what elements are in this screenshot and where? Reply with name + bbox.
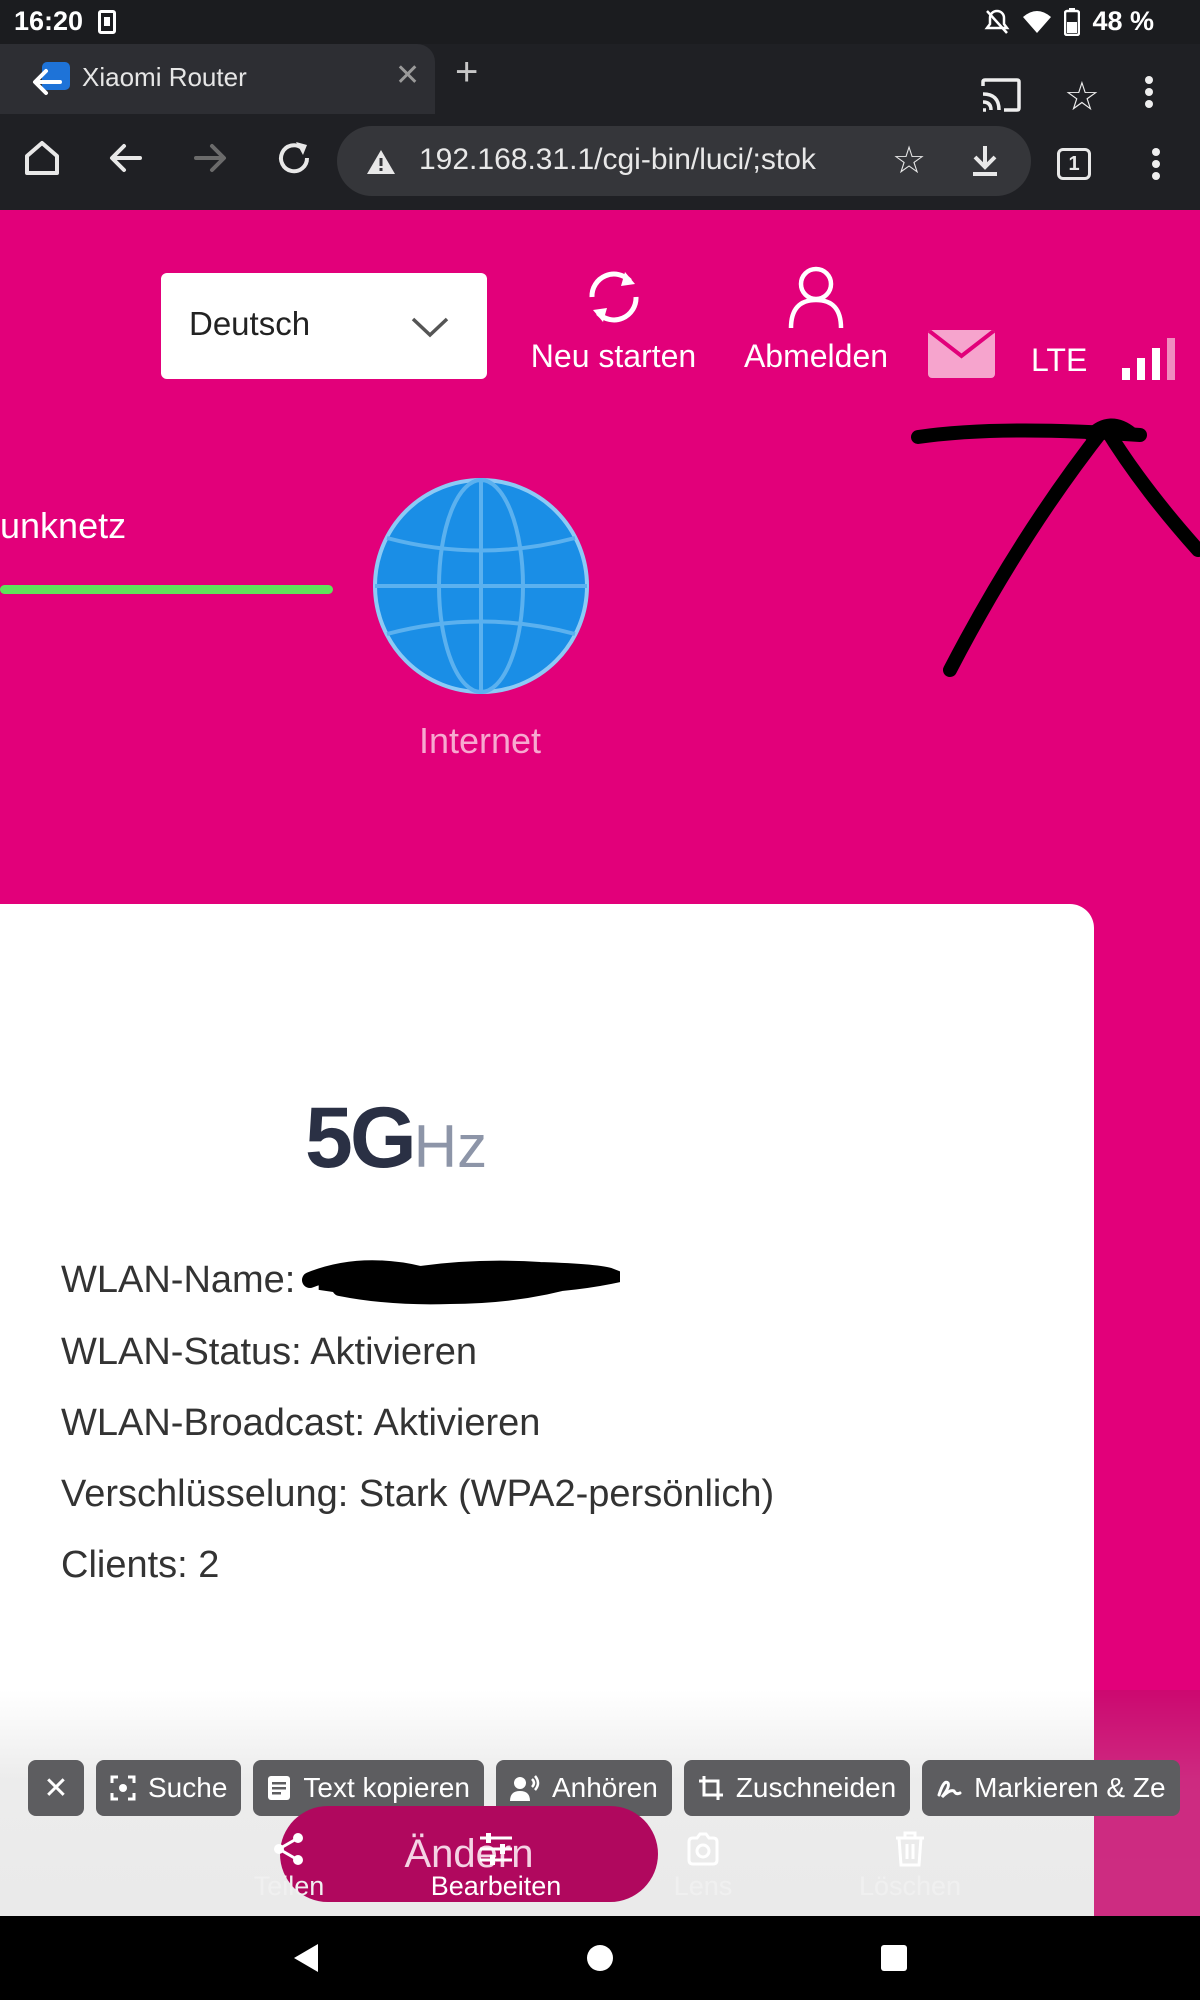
- nav-recents-icon[interactable]: [881, 1945, 907, 1971]
- crop-chip[interactable]: Zuschneiden: [683, 1760, 911, 1816]
- share-icon: [274, 1833, 303, 1865]
- wifi-icon: [1023, 10, 1052, 33]
- browser-toolbar: 192.168.31.1/cgi-bin/luci/;stok ☆ 1: [0, 114, 1200, 210]
- logout-button[interactable]: Abmelden: [736, 262, 896, 375]
- wlan-name-line: WLAN-Name:: [61, 1259, 295, 1302]
- restart-button[interactable]: Neu starten: [526, 262, 701, 375]
- warning-icon[interactable]: [365, 148, 397, 176]
- connection-status-line: [0, 585, 333, 594]
- lens-icon: [687, 1832, 719, 1866]
- system-navigation-bar: [0, 1916, 1200, 2000]
- search-chip-label: Suche: [148, 1772, 228, 1803]
- markup-chip[interactable]: Markieren & Ze: [922, 1760, 1180, 1816]
- document-icon: [268, 1776, 291, 1800]
- band-unit: Hz: [413, 1113, 488, 1180]
- router-web-page: Deutsch Neu starten Abmelden LTE unknetz…: [0, 210, 1200, 1916]
- reload-icon[interactable]: [274, 138, 314, 178]
- signal-strength-icon: [1122, 338, 1175, 380]
- lens-action[interactable]: Lens: [623, 1827, 783, 1902]
- url-text[interactable]: 192.168.31.1/cgi-bin/luci/;stok: [419, 143, 859, 177]
- band-number: 5G: [305, 1090, 417, 1186]
- nav-back-icon[interactable]: [292, 1942, 320, 1974]
- back-arrow-icon[interactable]: [30, 64, 66, 100]
- new-tab-icon[interactable]: +: [455, 50, 478, 95]
- listen-chip-label: Anhören: [551, 1772, 658, 1803]
- share-label: Teilen: [253, 1871, 325, 1901]
- battery-icon: [1064, 7, 1081, 36]
- language-select[interactable]: Deutsch: [161, 273, 487, 379]
- more-menu-icon[interactable]: [1150, 146, 1162, 182]
- home-icon[interactable]: [22, 138, 62, 178]
- refresh-icon: [588, 271, 639, 323]
- close-icon: ✕: [43, 1771, 69, 1805]
- markup-chip-label: Markieren & Ze: [974, 1772, 1166, 1803]
- copy-text-chip-label: Text kopieren: [303, 1772, 470, 1803]
- forward-icon[interactable]: [190, 138, 230, 178]
- download-icon[interactable]: [969, 144, 1001, 178]
- encryption-line: Verschlüsselung: Stark (WPA2-persönlich): [61, 1473, 775, 1515]
- wlan-broadcast-line: WLAN-Broadcast: Aktivieren: [61, 1402, 541, 1444]
- mail-icon[interactable]: [928, 330, 995, 378]
- back-icon[interactable]: [106, 138, 146, 178]
- status-bar: 16:20 48 %: [0, 0, 1200, 44]
- clients-line: Clients: 2: [61, 1544, 220, 1586]
- network-type-label: LTE: [1031, 342, 1088, 378]
- language-value: Deutsch: [189, 305, 311, 342]
- url-bar[interactable]: 192.168.31.1/cgi-bin/luci/;stok ☆: [337, 126, 1031, 196]
- restart-label: Neu starten: [530, 338, 697, 374]
- globe-icon[interactable]: [373, 478, 589, 694]
- cast-icon[interactable]: [980, 78, 1022, 112]
- close-tab-icon[interactable]: ✕: [395, 58, 420, 93]
- crop-chip-label: Zuschneiden: [735, 1772, 897, 1803]
- search-chip[interactable]: Suche: [96, 1760, 242, 1816]
- delete-label: Löschen: [858, 1871, 962, 1901]
- band-title: 5GHz: [305, 1089, 487, 1188]
- speaker-person-icon: [509, 1775, 540, 1801]
- wlan-name-label: WLAN-Name:: [61, 1259, 296, 1301]
- tab-switcher-button[interactable]: 1: [1057, 148, 1091, 180]
- more-menu-icon[interactable]: [1143, 74, 1155, 110]
- user-icon: [788, 266, 844, 329]
- pen-scribble-icon: [937, 1780, 962, 1799]
- lens-search-icon: [110, 1775, 136, 1801]
- crop-icon: [698, 1776, 723, 1800]
- logout-label: Abmelden: [743, 338, 889, 374]
- tab-bar: Xiaomi Router ✕ + ☆: [0, 44, 1200, 119]
- nav-home-icon[interactable]: [587, 1945, 613, 1971]
- redaction-scribble: [302, 1260, 620, 1305]
- close-chip-button[interactable]: ✕: [28, 1760, 84, 1816]
- edit-action[interactable]: Bearbeiten: [416, 1827, 576, 1902]
- edit-label: Bearbeiten: [430, 1871, 562, 1901]
- lens-label: Lens: [673, 1871, 733, 1901]
- chevron-down-icon: [411, 317, 449, 338]
- active-tab[interactable]: Xiaomi Router ✕: [0, 44, 435, 114]
- status-icons: 48 %: [984, 6, 1154, 37]
- hand-drawn-arrow-annotation: [911, 418, 1200, 677]
- wlan-status-line: WLAN-Status: Aktivieren: [61, 1331, 478, 1373]
- tab-title: Xiaomi Router: [82, 62, 247, 92]
- battery-text: 48 %: [1092, 6, 1154, 36]
- share-action[interactable]: Teilen: [209, 1827, 369, 1902]
- trash-icon: [896, 1831, 924, 1867]
- sliders-icon: [480, 1833, 512, 1865]
- mobile-network-label: unknetz: [0, 505, 127, 546]
- status-time: 16:20: [14, 6, 84, 36]
- mute-icon: [984, 9, 1010, 34]
- internet-label: Internet: [418, 720, 542, 761]
- bookmark-star-icon[interactable]: ☆: [892, 138, 926, 183]
- delete-action[interactable]: Löschen: [830, 1827, 990, 1902]
- sim-card-icon: [98, 10, 116, 34]
